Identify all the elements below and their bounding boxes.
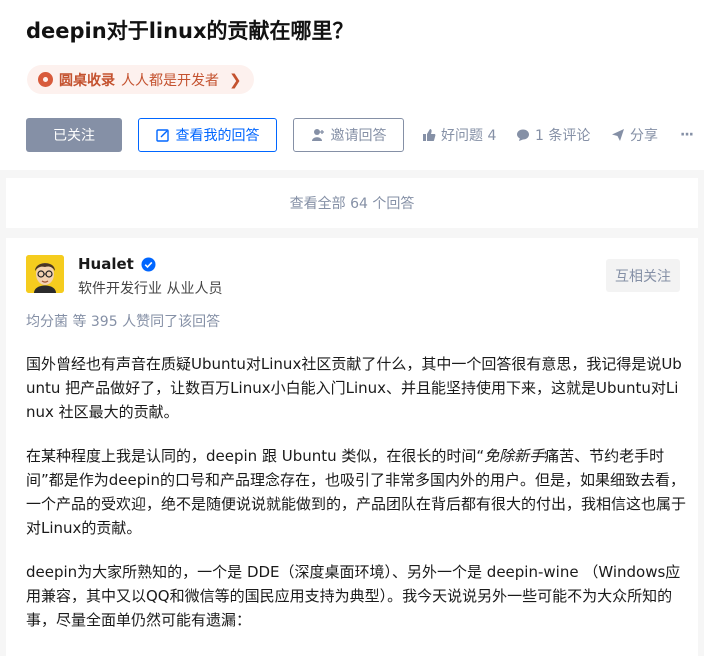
answer-paragraph: deepin为大家所熟知的，一个是 DDE（深度桌面环境）、另外一个是 deep… bbox=[26, 563, 681, 629]
invite-answer-label: 邀请回答 bbox=[330, 128, 387, 144]
answer-italic-text: 免除新手 bbox=[484, 447, 545, 465]
share-label: 分享 bbox=[630, 128, 658, 144]
answer-paragraph: 在某种程度上我是认同的，deepin 跟 Ubuntu 类似，在很长的时间“免除… bbox=[26, 444, 686, 540]
question-title[interactable]: deepin对于linux的贡献在哪里？ bbox=[26, 15, 354, 45]
paper-plane-icon bbox=[611, 128, 625, 142]
comments-button[interactable]: 1 条评论 bbox=[516, 118, 590, 152]
author-name[interactable]: Hualet bbox=[78, 255, 156, 273]
more-options-button[interactable]: ··· bbox=[680, 118, 694, 152]
view-my-answer-button[interactable]: 查看我的回答 bbox=[138, 118, 277, 152]
answer-text: 在某种程度上我是认同的，deepin 跟 Ubuntu 类似，在很长的时间“ bbox=[26, 447, 485, 465]
voters-summary[interactable]: 均分菌 等 395 人赞同了该回答 bbox=[26, 311, 220, 331]
question-header: deepin对于linux的贡献在哪里？ 圆桌收录 人人都是开发者 ❯ 已关注 … bbox=[0, 0, 704, 170]
share-button[interactable]: 分享 bbox=[611, 118, 658, 152]
verified-badge-icon bbox=[141, 257, 156, 272]
author-name-text: Hualet bbox=[78, 255, 134, 273]
chevron-right-icon: ❯ bbox=[229, 70, 242, 89]
good-question-label: 好问题 4 bbox=[441, 128, 497, 144]
thumbs-up-icon bbox=[422, 128, 436, 142]
edit-icon bbox=[155, 128, 170, 142]
comment-bubble-icon bbox=[516, 128, 530, 142]
question-actions: 已关注 查看我的回答 邀请回答 好问题 4 1 条评论 分享 ··· bbox=[0, 118, 704, 154]
topic-tag[interactable]: 圆桌收录 人人都是开发者 ❯ bbox=[27, 65, 254, 94]
invite-answer-button[interactable]: 邀请回答 bbox=[293, 118, 404, 152]
add-user-icon bbox=[311, 128, 325, 142]
comments-label: 1 条评论 bbox=[535, 128, 591, 144]
topic-name: 圆桌收录 bbox=[59, 72, 115, 89]
author-headline: 软件开发行业 从业人员 bbox=[78, 281, 223, 297]
roundtable-icon bbox=[38, 72, 53, 87]
answer-content: 国外曾经也有声音在质疑Ubuntu对Linux社区贡献了什么，其中一个回答很有意… bbox=[26, 352, 686, 652]
view-all-answers-link[interactable]: 查看全部 64 个回答 bbox=[6, 178, 698, 228]
mutual-follow-button[interactable]: 互相关注 bbox=[606, 259, 680, 292]
good-question-button[interactable]: 好问题 4 bbox=[422, 118, 496, 152]
answer-card: Hualet 软件开发行业 从业人员 互相关注 均分菌 等 395 人赞同了该回… bbox=[6, 238, 698, 656]
followed-button[interactable]: 已关注 bbox=[26, 118, 122, 152]
avatar[interactable] bbox=[26, 255, 64, 293]
view-my-answer-label: 查看我的回答 bbox=[175, 128, 260, 144]
answer-paragraph: 国外曾经也有声音在质疑Ubuntu对Linux社区贡献了什么，其中一个回答很有意… bbox=[26, 355, 682, 421]
topic-description: 人人都是开发者 bbox=[121, 72, 219, 89]
